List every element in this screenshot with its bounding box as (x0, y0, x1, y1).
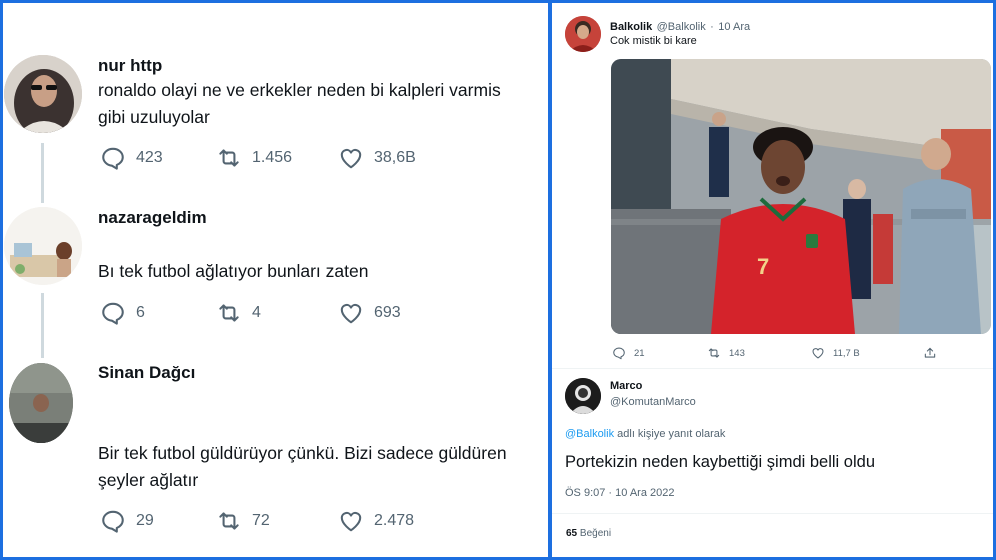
tweet-timestamp[interactable]: ÖS 9:07 · 10 Ara 2022 (565, 487, 674, 499)
reply-button[interactable]: 6 (100, 298, 145, 328)
likes-summary[interactable]: 65 Beğeni (566, 528, 611, 539)
tweet-text: ronaldo olayi ne ve erkekler neden bi ka… (98, 77, 501, 131)
retweet-button[interactable]: 1.456 (216, 143, 292, 173)
like-button[interactable]: 693 (338, 298, 401, 328)
header-separator: · (710, 21, 714, 33)
retweet-count: 72 (252, 512, 270, 529)
like-count: 2.478 (374, 512, 415, 529)
retweet-icon (219, 304, 239, 322)
jersey-number: 7 (757, 254, 769, 279)
avatar[interactable] (4, 55, 82, 133)
tweet-text: Bir tek futbol güldürüyor çünkü. Bizi sa… (98, 440, 507, 494)
tweet-text-line: Bı tek futbol ağlatıyor bunları zaten (98, 261, 369, 281)
heart-icon (812, 348, 824, 359)
like-button[interactable]: 11,7 B (811, 345, 860, 361)
tweet-text-line: gibi uzuluyolar (98, 107, 210, 127)
avatar-photo (565, 378, 601, 414)
author-handle[interactable]: @Balkolik (657, 21, 706, 33)
author-handle[interactable]: @KomutanMarco (610, 396, 696, 408)
likes-label: Beğeni (579, 528, 612, 539)
avatar-photo (565, 16, 601, 52)
divider (552, 513, 993, 514)
retweet-button[interactable]: 143 (707, 345, 745, 361)
right-tweet-panel: Balkolik @Balkolik · 10 Ara Cok mistik b… (552, 3, 993, 557)
author-name[interactable]: Marco (610, 380, 642, 392)
likes-count: 65 (566, 528, 578, 539)
tweet-text-line: şeyler ağlatır (98, 470, 199, 490)
avatar[interactable] (9, 363, 73, 443)
retweet-count: 143 (729, 347, 745, 359)
share-icon (924, 347, 936, 358)
tweet-text-line: ronaldo olayi ne ve erkekler neden bi ka… (98, 80, 501, 100)
like-count: 693 (374, 304, 401, 321)
reply-button[interactable]: 21 (612, 345, 645, 361)
reply-icon (102, 302, 124, 325)
retweet-button[interactable]: 4 (216, 298, 261, 328)
reply-count: 29 (136, 512, 154, 529)
reply-to-text: adlı kişiye yanıt olarak (614, 428, 726, 440)
reply-icon (102, 147, 124, 170)
retweet-button[interactable]: 72 (216, 506, 270, 536)
retweet-icon (708, 348, 720, 358)
thread-connector-line (41, 143, 44, 203)
reply-count: 6 (136, 304, 145, 321)
share-button[interactable] (923, 345, 937, 361)
avatar-photo (9, 363, 73, 443)
stadium-photo: 7 (611, 59, 991, 334)
avatar[interactable] (565, 378, 601, 414)
left-thread-panel: nur http ronaldo olayi ne ve erkekler ne… (3, 3, 548, 557)
avatar[interactable] (565, 16, 601, 52)
thread-connector-line (41, 293, 44, 358)
divider (552, 368, 993, 369)
avatar[interactable] (4, 207, 82, 285)
tweet-media[interactable]: 7 (611, 59, 991, 334)
like-button[interactable]: 38,6B (338, 143, 416, 173)
heart-icon (340, 303, 362, 324)
heart-icon (340, 511, 362, 532)
retweet-count: 1.456 (252, 149, 293, 166)
reply-icon (613, 347, 625, 360)
reply-count: 21 (634, 347, 645, 359)
author-name[interactable]: nazarageldim (98, 208, 207, 228)
retweet-icon (219, 512, 239, 530)
tweet-actions: 6 4 693 (98, 298, 538, 328)
tweet-text: Cok mistik bi kare (610, 35, 697, 47)
tweet-actions: 423 1.456 38,6B (98, 143, 538, 173)
reply-context: @Balkolik adlı kişiye yanıt olarak (565, 428, 725, 440)
tweet-header: Balkolik @Balkolik · 10 Ara (610, 17, 750, 35)
like-button[interactable]: 2.478 (338, 506, 414, 536)
tweet-date[interactable]: 10 Ara (718, 21, 750, 33)
author-name[interactable]: Balkolik (610, 21, 652, 33)
author-name[interactable]: nur http (98, 56, 162, 76)
like-count: 11,7 B (833, 347, 860, 359)
tweet-actions: 29 72 2.478 (98, 506, 538, 536)
like-count: 38,6B (374, 149, 416, 166)
tweet-text: Portekizin neden kaybettiği şimdi belli … (565, 453, 876, 471)
heart-icon (340, 148, 362, 169)
author-name[interactable]: Sinan Dağcı (98, 363, 195, 383)
retweet-count: 4 (252, 304, 261, 321)
retweet-icon (219, 149, 239, 167)
reply-button[interactable]: 423 (100, 143, 163, 173)
avatar-photo (4, 55, 82, 133)
reply-count: 423 (136, 149, 163, 166)
reply-icon (102, 510, 124, 533)
avatar-illustration (4, 207, 82, 285)
tweet-text: Bı tek futbol ağlatıyor bunları zaten (98, 258, 368, 285)
tweet-text-line: Bir tek futbol güldürüyor çünkü. Bizi sa… (98, 443, 507, 463)
reply-to-mention[interactable]: @Balkolik (565, 428, 614, 440)
reply-button[interactable]: 29 (100, 506, 154, 536)
